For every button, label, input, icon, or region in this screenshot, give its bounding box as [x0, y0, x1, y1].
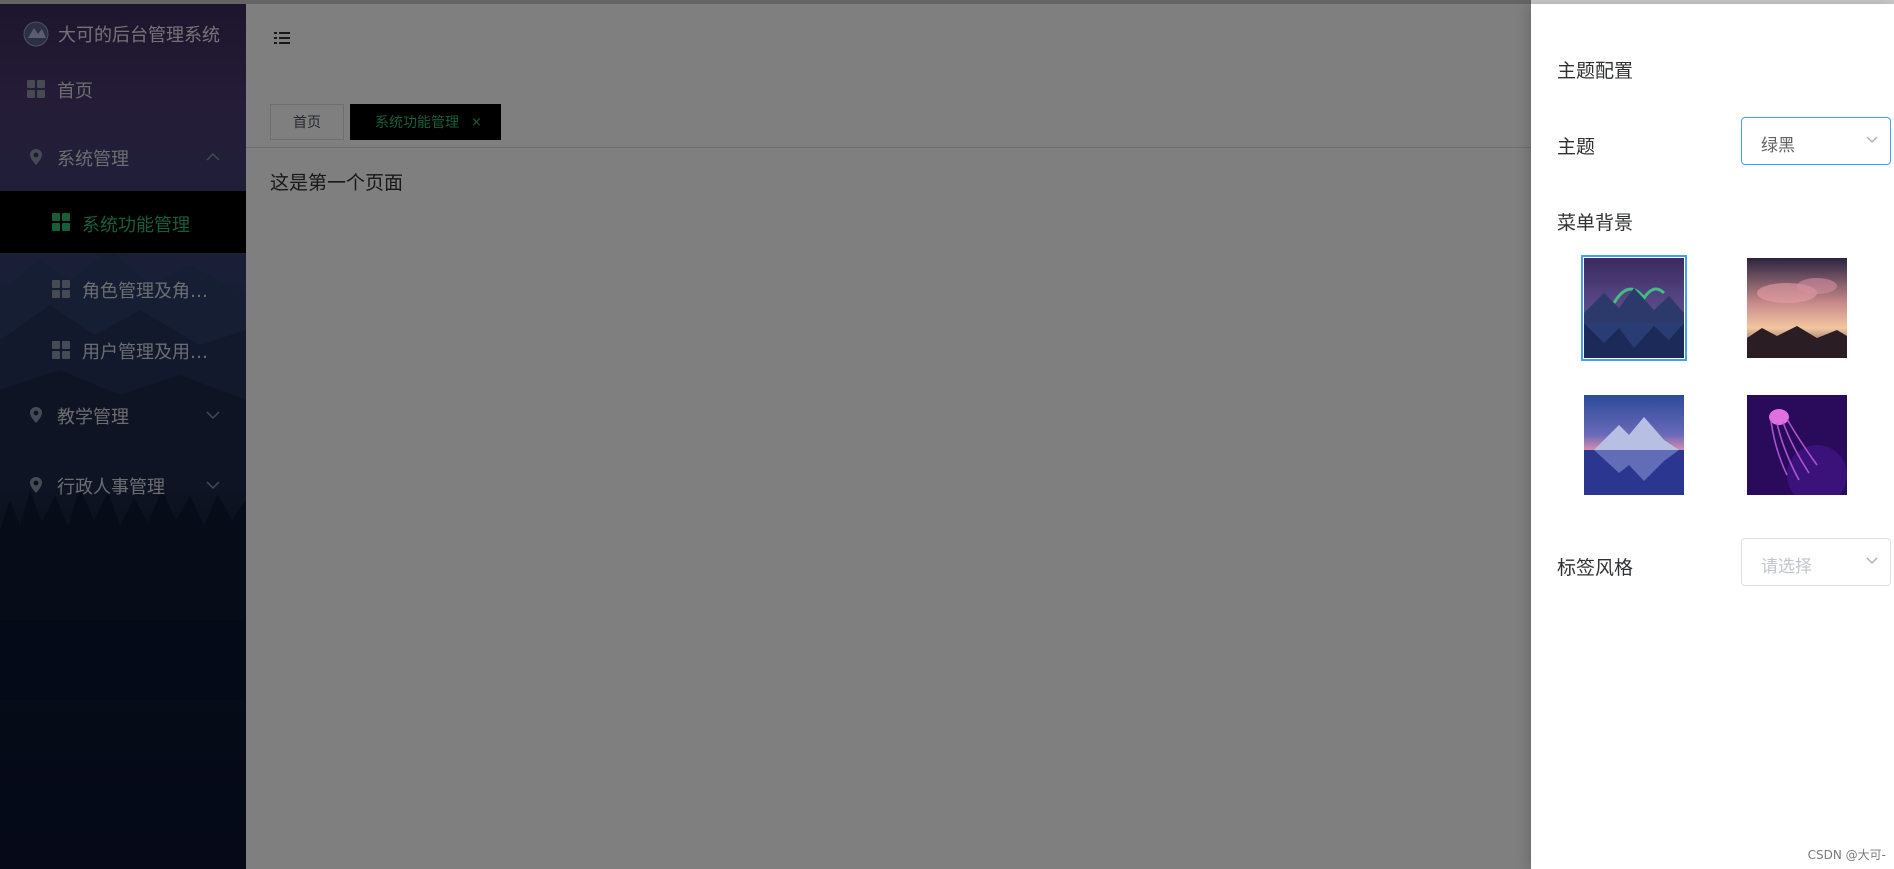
chevron-down-icon: [1866, 136, 1878, 143]
theme-label: 主题: [1557, 136, 1596, 158]
menu-background-label: 菜单背景: [1557, 212, 1634, 234]
tag-style-label: 标签风格: [1557, 557, 1634, 579]
menu-background-option-aurora-lake[interactable]: [1581, 255, 1687, 361]
drawer-overlay[interactable]: [0, 0, 1531, 869]
menu-background-option-snow-mountain[interactable]: [1584, 395, 1684, 495]
theme-select-value: 绿黑: [1761, 136, 1795, 156]
chevron-down-icon: [1866, 557, 1878, 564]
menu-background-option-sunset-clouds[interactable]: [1747, 258, 1847, 358]
menu-background-option-jellyfish[interactable]: [1747, 395, 1847, 495]
drawer-title: 主题配置: [1557, 60, 1634, 82]
theme-select[interactable]: 绿黑: [1741, 117, 1891, 165]
tag-style-select[interactable]: 请选择: [1741, 538, 1891, 586]
csdn-watermark: CSDN @大可-: [1807, 848, 1886, 862]
theme-config-drawer: 主题配置 主题 绿黑 菜单背景 标签风格 请选择: [1531, 4, 1894, 869]
tag-style-placeholder: 请选择: [1761, 557, 1812, 577]
